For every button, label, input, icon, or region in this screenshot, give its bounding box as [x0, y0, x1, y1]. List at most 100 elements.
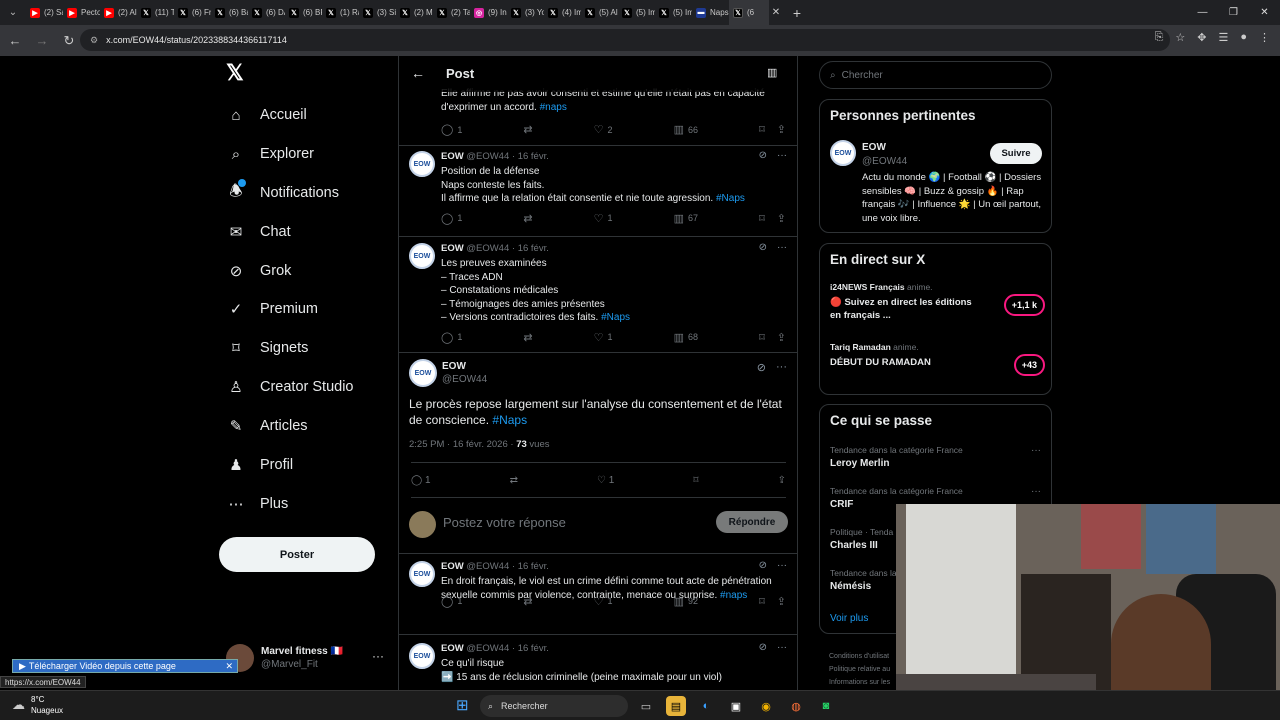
- grok-icon[interactable]: ⊘: [759, 242, 767, 253]
- maximize-icon[interactable]: ❐: [1218, 0, 1249, 25]
- author-name[interactable]: EOW: [862, 142, 886, 153]
- reload-icon[interactable]: ↻: [57, 29, 81, 53]
- author-name[interactable]: EOW: [441, 243, 464, 254]
- bookmark-icon[interactable]: ⌑: [759, 212, 765, 225]
- nav-item-plus[interactable]: ⋯ Plus: [226, 493, 289, 515]
- hashtag-link[interactable]: #Naps: [716, 193, 745, 204]
- reply-button[interactable]: ◯ 1: [441, 212, 462, 225]
- more-icon[interactable]: ···: [777, 150, 787, 161]
- share-icon[interactable]: ⇪: [777, 331, 786, 344]
- taskbar-search[interactable]: ⌕ Rechercher: [480, 695, 628, 717]
- task-view-icon[interactable]: ▭: [636, 696, 656, 716]
- browser-tab[interactable]: ◎ (9) Ins: [470, 0, 507, 25]
- grok-icon[interactable]: ⊘: [759, 642, 767, 653]
- nav-item-creator-studio[interactable]: ♙ Creator Studio: [226, 376, 353, 398]
- see-more-link[interactable]: Voir plus: [830, 613, 868, 624]
- nav-item-notifications[interactable]: 🕭 Notifications: [226, 179, 339, 204]
- more-icon[interactable]: ···: [1031, 445, 1041, 456]
- avatar[interactable]: EOW: [830, 140, 856, 166]
- repost-button[interactable]: ⇄: [523, 212, 532, 225]
- like-button[interactable]: ♡ 1: [594, 212, 613, 225]
- forward-icon[interactable]: →: [30, 29, 54, 53]
- nav-item-profil[interactable]: ♟ Profil: [226, 454, 293, 476]
- weather-widget[interactable]: ☁ 8°C Nuageux: [12, 694, 63, 716]
- close-icon[interactable]: ✕: [225, 661, 233, 672]
- nav-item-articles[interactable]: ✎ Articles: [226, 415, 308, 437]
- avatar[interactable]: EOW: [409, 151, 435, 177]
- minimize-icon[interactable]: —: [1187, 0, 1218, 25]
- author-name[interactable]: EOW: [441, 643, 464, 654]
- share-button[interactable]: ⇪: [778, 475, 786, 486]
- browser-tab[interactable]: 𝕏 (2) Ma: [396, 0, 433, 25]
- file-explorer-icon[interactable]: ▤: [666, 696, 686, 716]
- more-icon[interactable]: ···: [776, 361, 787, 374]
- download-banner[interactable]: ▶ Télécharger Vidéo depuis cette page ✕: [12, 659, 238, 673]
- trend-item[interactable]: Tendance dans la catégorie France Leroy M…: [830, 445, 1045, 469]
- live-item[interactable]: i24NEWS Français anime. 🔴 Suivez en direc…: [830, 282, 1045, 322]
- live-item[interactable]: Tariq Ramadan anime. DÉBUT DU RAMADAN +43: [830, 342, 1045, 376]
- browser-tab[interactable]: ▶ (2) Ala: [100, 0, 137, 25]
- reply-tweet[interactable]: EOW EOW @EOW44 · 16 févr. ⊘ ··· Les preuves …: [399, 237, 797, 353]
- bookmark-icon[interactable]: ⌑: [759, 123, 765, 136]
- more-icon[interactable]: ···: [777, 560, 787, 571]
- close-window-icon[interactable]: ✕: [1249, 0, 1280, 25]
- like-button[interactable]: ♡ 1: [597, 475, 614, 486]
- timestamp[interactable]: 2:25 PM · 16 févr. 2026 ·: [409, 439, 516, 450]
- repost-button[interactable]: ⇄: [523, 123, 532, 136]
- browser-tab[interactable]: 𝕏 (6) Fro: [174, 0, 211, 25]
- browser-tab[interactable]: 𝕏 (2) Taj: [433, 0, 470, 25]
- extensions-icon[interactable]: ✥: [1197, 31, 1206, 44]
- views-button[interactable]: ▥ 66: [674, 123, 698, 136]
- new-tab-button[interactable]: +: [785, 5, 809, 21]
- repost-button[interactable]: ⇄: [523, 595, 532, 608]
- author-handle[interactable]: @EOW44 · 16 févr.: [466, 561, 549, 572]
- browser-tab[interactable]: 𝕏 (6) Ba: [211, 0, 248, 25]
- more-icon[interactable]: ···: [1031, 486, 1041, 497]
- avatar[interactable]: EOW: [409, 243, 435, 269]
- nav-item-grok[interactable]: ⊘ Grok: [226, 260, 292, 282]
- footer-link[interactable]: Conditions d'utilisat: [829, 650, 890, 663]
- author-handle[interactable]: @EOW44: [442, 374, 487, 385]
- browser-tab[interactable]: 𝕏 (5) Img: [618, 0, 655, 25]
- share-icon[interactable]: ⇪: [777, 123, 786, 136]
- nav-item-explorer[interactable]: ⌕ Explorer: [226, 143, 314, 165]
- store-icon[interactable]: ▣: [726, 696, 746, 716]
- author-handle[interactable]: @EOW44: [862, 156, 907, 167]
- edge-icon[interactable]: ◐: [696, 696, 716, 716]
- author-handle[interactable]: @EOW44 · 16 févr.: [466, 643, 549, 654]
- author-name[interactable]: EOW: [441, 151, 464, 162]
- reply-tweet[interactable]: EOW EOW @EOW44 · 16 févr. ⊘ ··· Position de …: [399, 145, 797, 237]
- follow-button[interactable]: Suivre: [990, 143, 1042, 164]
- hashtag-link[interactable]: #Naps: [492, 413, 527, 427]
- search-input[interactable]: ⌕ Chercher: [819, 61, 1052, 89]
- back-arrow-icon[interactable]: ←: [411, 65, 425, 81]
- author-handle[interactable]: @EOW44 · 16 févr.: [466, 243, 549, 254]
- menu-icon[interactable]: ⋮: [1259, 31, 1270, 44]
- share-icon[interactable]: ⇪: [777, 595, 786, 608]
- live-listeners-pill[interactable]: +1,1 k: [1003, 294, 1045, 316]
- grok-icon[interactable]: ⊘: [757, 361, 766, 374]
- tab-search-icon[interactable]: ⌄: [0, 0, 26, 25]
- share-icon[interactable]: ⇪: [777, 212, 786, 225]
- url-input[interactable]: ⚙ x.com/EOW44/status/2023388344366117114: [80, 29, 1170, 51]
- grok-icon[interactable]: ⊘: [759, 150, 767, 161]
- site-info-icon[interactable]: ⚙: [90, 35, 98, 46]
- reply-button[interactable]: Répondre: [716, 511, 788, 533]
- account-switcher[interactable]: Marvel fitness 🇫🇷 @Marvel_Fit ···: [226, 644, 386, 674]
- browser-tab[interactable]: 𝕏 (5) Ale: [581, 0, 618, 25]
- browser-tab[interactable]: ▬ Naps j: [692, 0, 729, 25]
- bookmark-icon[interactable]: ⌑: [759, 595, 765, 608]
- avatar[interactable]: EOW: [409, 643, 435, 669]
- browser-tab[interactable]: 𝕏 (11) Te: [137, 0, 174, 25]
- author-name[interactable]: EOW: [441, 561, 464, 572]
- nav-item-signets[interactable]: ⌑ Signets: [226, 337, 308, 359]
- whatsapp-icon[interactable]: ◙: [816, 696, 836, 716]
- repost-button[interactable]: ⇄: [523, 331, 532, 344]
- view-button[interactable]: ▥ 92: [674, 595, 698, 608]
- bookmark-button[interactable]: ⌑: [693, 475, 698, 486]
- like-button[interactable]: ♡ 1: [594, 331, 613, 344]
- chrome-icon[interactable]: ◉: [756, 696, 776, 716]
- author-name[interactable]: EOW: [442, 361, 466, 372]
- bookmark-icon[interactable]: ⌑: [759, 331, 765, 344]
- hashtag-link[interactable]: #naps: [540, 102, 567, 113]
